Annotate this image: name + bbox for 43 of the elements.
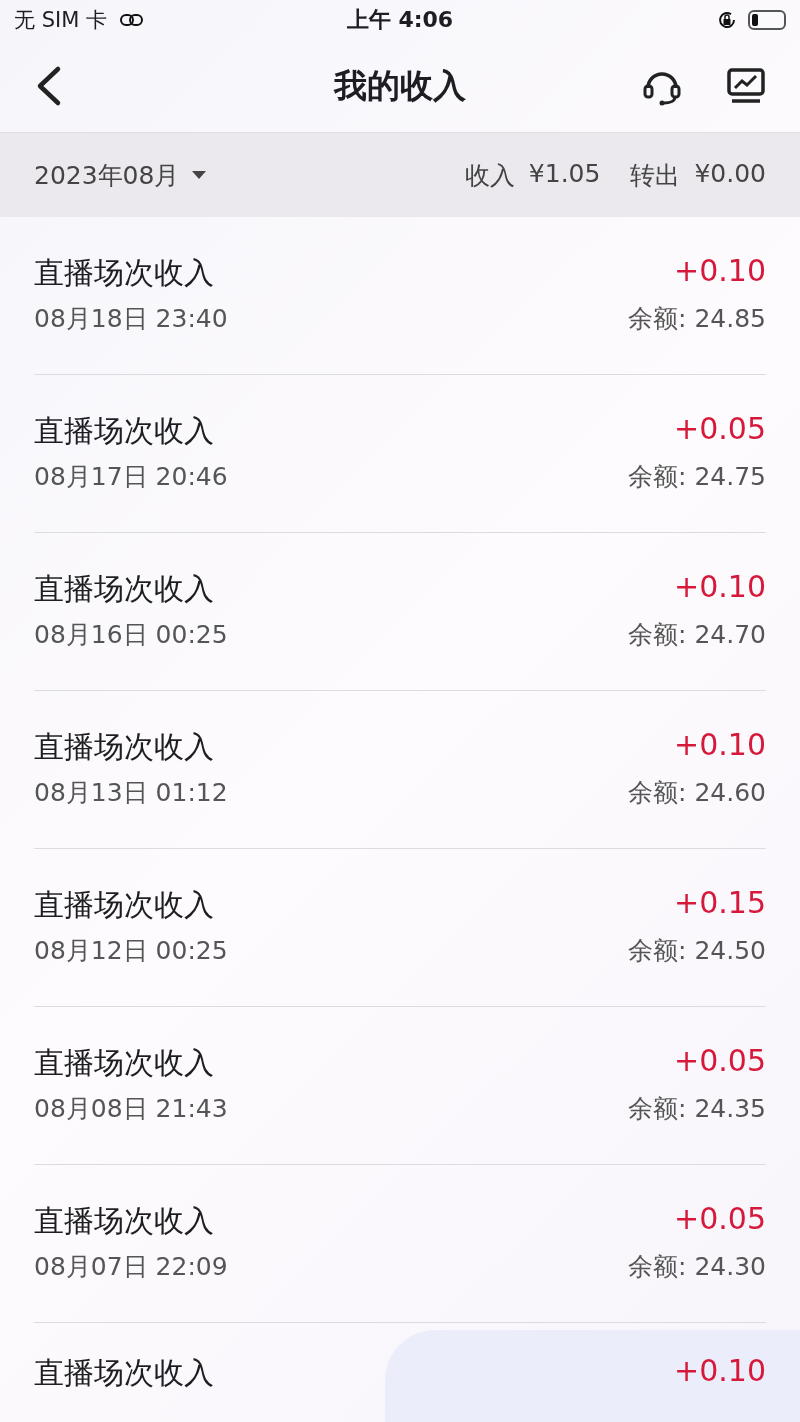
battery-icon xyxy=(748,10,786,30)
record-balance: 余额: 24.60 xyxy=(628,776,766,809)
income-label: 收入 xyxy=(464,159,515,192)
record-time: 08月13日 01:12 xyxy=(34,776,229,809)
record-time: 08月07日 22:09 xyxy=(34,1250,229,1283)
record-balance: 余额: 24.70 xyxy=(628,618,766,651)
transfer-label: 转出 xyxy=(630,159,681,192)
record-time: 08月18日 23:40 xyxy=(34,302,229,335)
carrier-label: 无 SIM 卡 xyxy=(14,7,107,34)
page-title: 我的收入 xyxy=(334,64,466,107)
income-total: ¥1.05 xyxy=(528,158,601,190)
caret-icon xyxy=(191,170,208,180)
link-icon xyxy=(119,12,145,28)
rotation-lock-icon xyxy=(716,9,738,31)
record-balance: 余额: 24.50 xyxy=(628,934,766,967)
record-amount: +0.15 xyxy=(673,884,766,922)
record-time: 08月16日 00:25 xyxy=(34,618,229,651)
record-title: 直播场次收入 xyxy=(34,253,215,292)
record-amount: +0.05 xyxy=(673,1042,766,1080)
record-title: 直播场次收入 xyxy=(34,569,215,608)
record-amount: +0.05 xyxy=(673,410,766,448)
record-title: 直播场次收入 xyxy=(34,1354,215,1392)
record-title: 直播场次收入 xyxy=(34,727,215,766)
record-balance: 余额: 24.35 xyxy=(628,1092,766,1125)
record-amount: +0.05 xyxy=(673,1200,766,1238)
record-title: 直播场次收入 xyxy=(34,1201,215,1240)
record-amount: +0.10 xyxy=(674,1353,766,1390)
record-amount: +0.10 xyxy=(673,726,766,764)
record-time: 08月08日 21:43 xyxy=(34,1092,229,1125)
record-amount: +0.10 xyxy=(673,252,766,290)
record-title: 直播场次收入 xyxy=(34,1043,215,1082)
record-balance: 余额: 24.85 xyxy=(628,302,766,335)
record-title: 直播场次收入 xyxy=(34,411,215,450)
record-title: 直播场次收入 xyxy=(34,885,215,924)
record-time: 08月12日 00:25 xyxy=(34,934,229,967)
month-dropdown[interactable]: 2023年08月 xyxy=(34,158,208,192)
record-amount: +0.10 xyxy=(673,568,766,606)
chart-screen-icon[interactable] xyxy=(726,66,766,106)
transfer-total: ¥0.00 xyxy=(694,158,766,190)
record-balance: 余额: 24.75 xyxy=(628,460,766,493)
record-time: 08月17日 20:46 xyxy=(34,460,229,493)
record-balance: 余额: 24.30 xyxy=(628,1250,766,1283)
clock-time: 上午 4:06 xyxy=(346,6,454,34)
